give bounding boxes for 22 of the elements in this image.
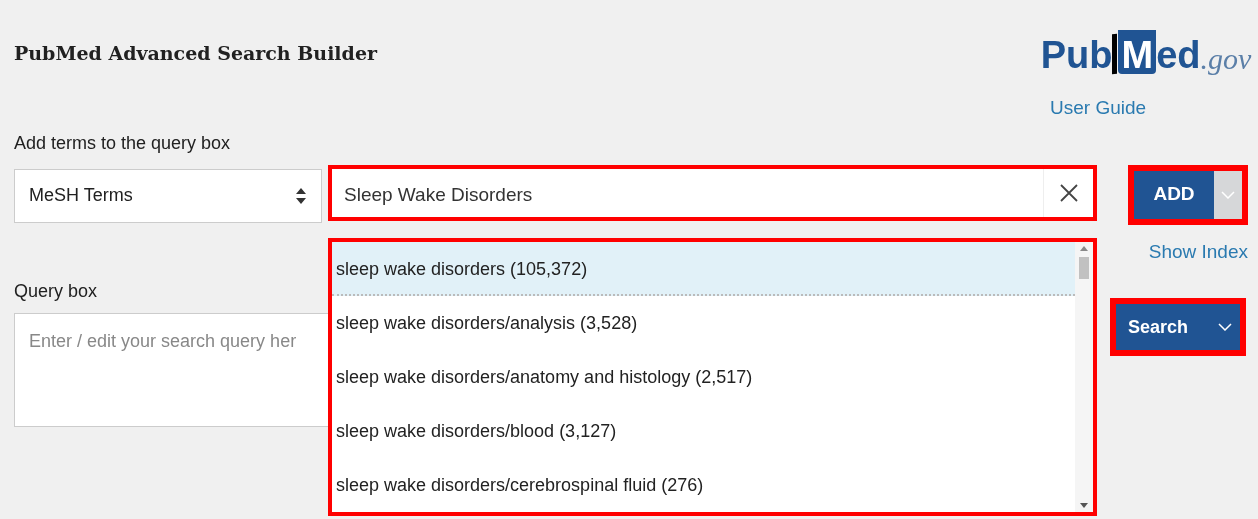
close-icon xyxy=(1058,182,1079,203)
field-select[interactable]: MeSH Terms xyxy=(14,168,322,223)
query-input[interactable]: Enter / edit your search query her xyxy=(14,313,330,427)
add-terms-label: Add terms to the query box xyxy=(13,131,232,155)
clear-button[interactable] xyxy=(1043,168,1093,217)
add-options-button[interactable] xyxy=(1214,170,1242,219)
query-box-label: Query box xyxy=(14,280,99,303)
user-guide-link[interactable]: User Guide xyxy=(1050,94,1147,123)
sort-arrows-icon xyxy=(295,186,307,205)
suggestion-item[interactable]: sleep wake disorders (105,372) xyxy=(332,242,1075,297)
page-title: PubMed Advanced Search Builder xyxy=(14,41,377,66)
chevron-down-icon xyxy=(1221,190,1235,199)
term-input[interactable]: Sleep Wake Disorders xyxy=(332,168,1043,217)
chevron-down-icon xyxy=(1218,323,1232,331)
scroll-thumb[interactable] xyxy=(1079,257,1089,279)
search-button[interactable]: Search xyxy=(1116,304,1240,350)
pubmed-logo[interactable]: Pub Med.gov xyxy=(1040,30,1252,74)
show-index-link[interactable]: Show Index xyxy=(1148,237,1248,266)
scroll-down-icon xyxy=(1080,503,1088,508)
add-button[interactable]: ADD xyxy=(1134,170,1214,219)
scroll-up-icon xyxy=(1080,246,1088,251)
scrollbar[interactable] xyxy=(1075,242,1093,512)
